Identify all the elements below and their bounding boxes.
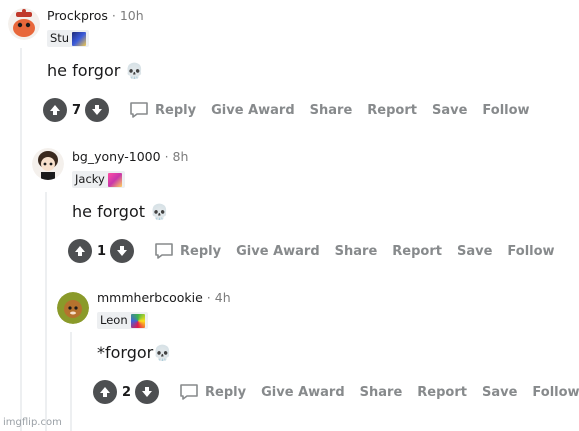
avatar[interactable] (32, 148, 64, 180)
flair-label: Leon (100, 313, 128, 327)
share-button[interactable]: Share (360, 385, 403, 400)
thread-line (20, 48, 22, 431)
comment-body: *forgor💀 (97, 343, 172, 362)
separator: · (206, 290, 211, 305)
flair-label: Jacky (75, 172, 105, 186)
reply-button[interactable]: Reply (180, 244, 221, 259)
report-button[interactable]: Report (417, 385, 467, 400)
avatar-robot-icon (8, 8, 40, 40)
flair-emoji-icon (107, 172, 122, 187)
vote-score: 2 (122, 384, 132, 400)
downvote-button[interactable] (135, 380, 160, 404)
separator: · (111, 8, 116, 23)
downvote-icon (142, 387, 153, 397)
give-award-button[interactable]: Give Award (236, 244, 320, 259)
upvote-icon (50, 105, 60, 115)
save-button[interactable]: Save (432, 103, 467, 118)
share-button[interactable]: Share (310, 103, 353, 118)
upvote-icon (100, 387, 110, 397)
comment-actions: 1 Reply Give Award Share Report Save Fol… (68, 236, 570, 266)
timestamp[interactable]: 8h (173, 149, 189, 164)
thread-line (45, 192, 47, 431)
comment-text: he forgor (47, 61, 121, 80)
reply-icon[interactable] (154, 242, 174, 260)
username-label[interactable]: Prockpros (47, 8, 108, 23)
upvote-button[interactable] (93, 380, 117, 404)
skull-emoji-icon: 💀 (125, 62, 145, 80)
report-button[interactable]: Report (392, 244, 442, 259)
comment-actions: 2 Reply Give Award Share Report Save Fol… (93, 377, 579, 407)
share-button[interactable]: Share (335, 244, 378, 259)
reply-button[interactable]: Reply (205, 385, 246, 400)
save-button[interactable]: Save (457, 244, 492, 259)
follow-button[interactable]: Follow (507, 244, 554, 259)
reply-icon[interactable] (129, 101, 149, 119)
downvote-icon (117, 246, 128, 256)
username[interactable]: mmmherbcookie · 4h (97, 290, 231, 305)
username[interactable]: Prockpros · 10h (47, 8, 144, 23)
flair-emoji-icon (72, 31, 87, 46)
reply-icon[interactable] (179, 383, 199, 401)
skull-emoji-icon: 💀 (150, 203, 169, 221)
comment-text: *forgor (97, 343, 154, 362)
username-label[interactable]: mmmherbcookie (97, 290, 203, 305)
separator: · (164, 149, 169, 164)
reply-button[interactable]: Reply (155, 103, 196, 118)
user-flair: Stu (47, 30, 90, 47)
vote-score: 7 (72, 102, 82, 118)
comment-body: he forgor 💀 (47, 61, 144, 80)
follow-button[interactable]: Follow (532, 385, 579, 400)
comment-actions: 7 Reply Give Award Share Report Save Fol… (43, 95, 545, 125)
upvote-icon (75, 246, 85, 256)
user-flair: Leon (97, 312, 148, 329)
give-award-button[interactable]: Give Award (261, 385, 345, 400)
comment-text: he forgot (72, 202, 146, 221)
timestamp[interactable]: 10h (120, 8, 144, 23)
avatar-character-icon (57, 292, 89, 324)
downvote-button[interactable] (85, 98, 110, 122)
flair-label: Stu (50, 31, 70, 45)
upvote-button[interactable] (68, 239, 92, 263)
downvote-icon (92, 105, 103, 115)
avatar-character-icon (32, 148, 64, 180)
flair-emoji-icon (130, 313, 145, 328)
upvote-button[interactable] (43, 98, 67, 122)
skull-emoji-icon: 💀 (153, 344, 172, 362)
username-label[interactable]: bg_yony-1000 (72, 149, 161, 164)
downvote-button[interactable] (110, 239, 135, 263)
timestamp[interactable]: 4h (215, 290, 231, 305)
comment-body: he forgot 💀 (72, 202, 169, 221)
user-flair: Jacky (72, 171, 125, 188)
watermark: imgflip.com (3, 417, 62, 428)
vote-score: 1 (97, 243, 107, 259)
report-button[interactable]: Report (367, 103, 417, 118)
thread-line (70, 332, 72, 431)
avatar[interactable] (57, 292, 89, 324)
username[interactable]: bg_yony-1000 · 8h (72, 149, 188, 164)
follow-button[interactable]: Follow (482, 103, 529, 118)
save-button[interactable]: Save (482, 385, 517, 400)
avatar[interactable] (8, 8, 40, 40)
give-award-button[interactable]: Give Award (211, 103, 295, 118)
